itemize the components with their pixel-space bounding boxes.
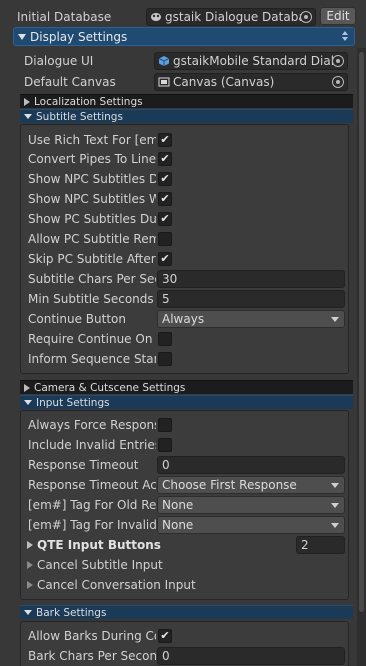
initial-database-field[interactable]: gstaik Dialogue Databas [146, 8, 316, 26]
tag-invalid-value: None [162, 518, 194, 532]
cancel-subtitle-input-foldout[interactable]: Cancel Subtitle Input [27, 555, 327, 575]
collapsed-arrow-icon [24, 383, 30, 392]
continue-button-label: Continue Button [28, 312, 126, 326]
canvas-icon [158, 76, 170, 88]
expanded-arrow-icon [24, 114, 32, 119]
tag-old-dropdown[interactable]: None [157, 496, 345, 514]
tag-old-label: [em#] Tag For Old Res [28, 498, 156, 512]
min-seconds-label: Min Subtitle Seconds [28, 292, 154, 306]
object-picker-icon[interactable] [332, 76, 344, 88]
camera-settings-foldout[interactable]: Camera & Cutscene Settings [20, 380, 353, 394]
object-picker-icon[interactable] [332, 55, 344, 67]
bark-chars-input[interactable]: 0 [157, 647, 345, 665]
always-force-label: Always Force Respons [28, 418, 156, 432]
show-npc-subtitles-during-checkbox[interactable]: ✔ [158, 172, 172, 186]
skip-pc-subtitle-checkbox[interactable]: ✔ [158, 252, 172, 266]
subtitle-settings-foldout[interactable]: Subtitle Settings [20, 109, 353, 123]
allow-barks-label: Allow Barks During Co [28, 629, 156, 643]
dropdown-arrow-icon [331, 317, 339, 322]
cancel-subtitle-input-label: Cancel Subtitle Input [37, 558, 163, 572]
input-settings-title: Input Settings [36, 396, 110, 409]
show-npc-subtitles-with-label: Show NPC Subtitles W [28, 192, 156, 206]
localization-settings-foldout[interactable]: Localization Settings [20, 94, 353, 108]
bark-settings-title: Bark Settings [36, 606, 107, 619]
skip-pc-subtitle-label: Skip PC Subtitle After I [28, 252, 156, 266]
show-npc-subtitles-during-label: Show NPC Subtitles Du [28, 172, 156, 186]
qte-input-buttons-label: QTE Input Buttons [37, 538, 161, 552]
default-canvas-field[interactable]: Canvas (Canvas) [154, 73, 348, 91]
expanded-arrow-icon [18, 33, 26, 40]
response-timeout-action-label: Response Timeout Act [28, 478, 156, 492]
collapsed-arrow-icon [24, 97, 30, 106]
allow-pc-subtitle-checkbox[interactable] [158, 232, 172, 246]
show-pc-subtitles-checkbox[interactable]: ✔ [158, 212, 172, 226]
collapsed-arrow-icon [27, 541, 33, 549]
dropdown-arrow-icon [331, 483, 339, 488]
response-timeout-action-value: Choose First Response [162, 478, 297, 492]
default-canvas-value: Canvas (Canvas) [173, 75, 275, 89]
object-picker-icon[interactable] [300, 11, 312, 23]
inform-sequence-label: Inform Sequence Start [28, 352, 156, 366]
always-force-checkbox[interactable] [158, 418, 172, 432]
show-npc-subtitles-with-checkbox[interactable]: ✔ [158, 192, 172, 206]
collapsed-arrow-icon [27, 561, 33, 569]
chars-per-sec-input[interactable]: 30 [157, 270, 345, 288]
require-continue-checkbox[interactable] [158, 332, 172, 346]
subtitle-settings-title: Subtitle Settings [36, 110, 123, 123]
allow-barks-checkbox[interactable]: ✔ [158, 629, 172, 643]
bark-chars-label: Bark Chars Per Second [28, 649, 156, 663]
tag-invalid-label: [em#] Tag For Invalid R [28, 518, 156, 532]
scrollbar-thumb[interactable] [359, 52, 364, 612]
input-settings-foldout[interactable]: Input Settings [20, 395, 353, 409]
dropdown-arrow-icon [331, 503, 339, 508]
expanded-arrow-icon [24, 610, 32, 615]
dialogue-ui-value: gstaikMobile Standard Dialo [173, 54, 342, 68]
chars-per-sec-label: Subtitle Chars Per Sec [28, 272, 156, 286]
prefab-cube-icon [158, 55, 170, 67]
database-asset-icon [150, 11, 162, 23]
allow-pc-subtitle-label: Allow PC Subtitle Remi [28, 232, 156, 246]
localization-settings-title: Localization Settings [34, 95, 143, 108]
continue-button-dropdown[interactable]: Always [157, 310, 345, 328]
cancel-conversation-input-foldout[interactable]: Cancel Conversation Input [27, 575, 327, 595]
include-invalid-checkbox[interactable] [158, 438, 172, 452]
sort-arrows-icon[interactable] [341, 30, 349, 45]
require-continue-label: Require Continue On L [28, 332, 156, 346]
qte-array-size-input[interactable]: 2 [296, 536, 345, 554]
continue-button-value: Always [162, 312, 205, 326]
default-canvas-label: Default Canvas [24, 75, 116, 89]
expanded-arrow-icon [24, 400, 32, 405]
response-timeout-input[interactable]: 0 [157, 456, 345, 474]
tag-old-value: None [162, 498, 194, 512]
tag-invalid-dropdown[interactable]: None [157, 516, 345, 534]
camera-settings-title: Camera & Cutscene Settings [34, 381, 186, 394]
convert-pipes-label: Convert Pipes To Line [28, 152, 156, 166]
dialogue-ui-label: Dialogue UI [24, 54, 94, 68]
dialogue-ui-field[interactable]: gstaikMobile Standard Dialo [154, 52, 348, 70]
inform-sequence-checkbox[interactable] [158, 352, 172, 366]
cancel-conversation-input-label: Cancel Conversation Input [37, 578, 196, 592]
qte-input-buttons-foldout[interactable]: QTE Input Buttons [27, 535, 277, 555]
include-invalid-label: Include Invalid Entries [28, 438, 156, 452]
collapsed-arrow-icon [27, 581, 33, 589]
initial-database-label: Initial Database [17, 10, 112, 24]
bark-settings-foldout[interactable]: Bark Settings [20, 605, 353, 619]
min-seconds-input[interactable]: 5 [157, 290, 345, 308]
response-timeout-action-dropdown[interactable]: Choose First Response [157, 476, 345, 494]
display-settings-title: Display Settings [30, 29, 128, 44]
dropdown-arrow-icon [331, 523, 339, 528]
display-settings-foldout[interactable]: Display Settings [13, 27, 355, 46]
show-pc-subtitles-label: Show PC Subtitles Dur [28, 212, 156, 226]
response-timeout-label: Response Timeout [28, 458, 139, 472]
use-rich-text-label: Use Rich Text For [em# [28, 133, 156, 147]
initial-database-value: gstaik Dialogue Databas [165, 10, 312, 24]
edit-button[interactable]: Edit [320, 7, 356, 25]
convert-pipes-checkbox[interactable]: ✔ [158, 152, 172, 166]
use-rich-text-checkbox[interactable]: ✔ [158, 133, 172, 147]
